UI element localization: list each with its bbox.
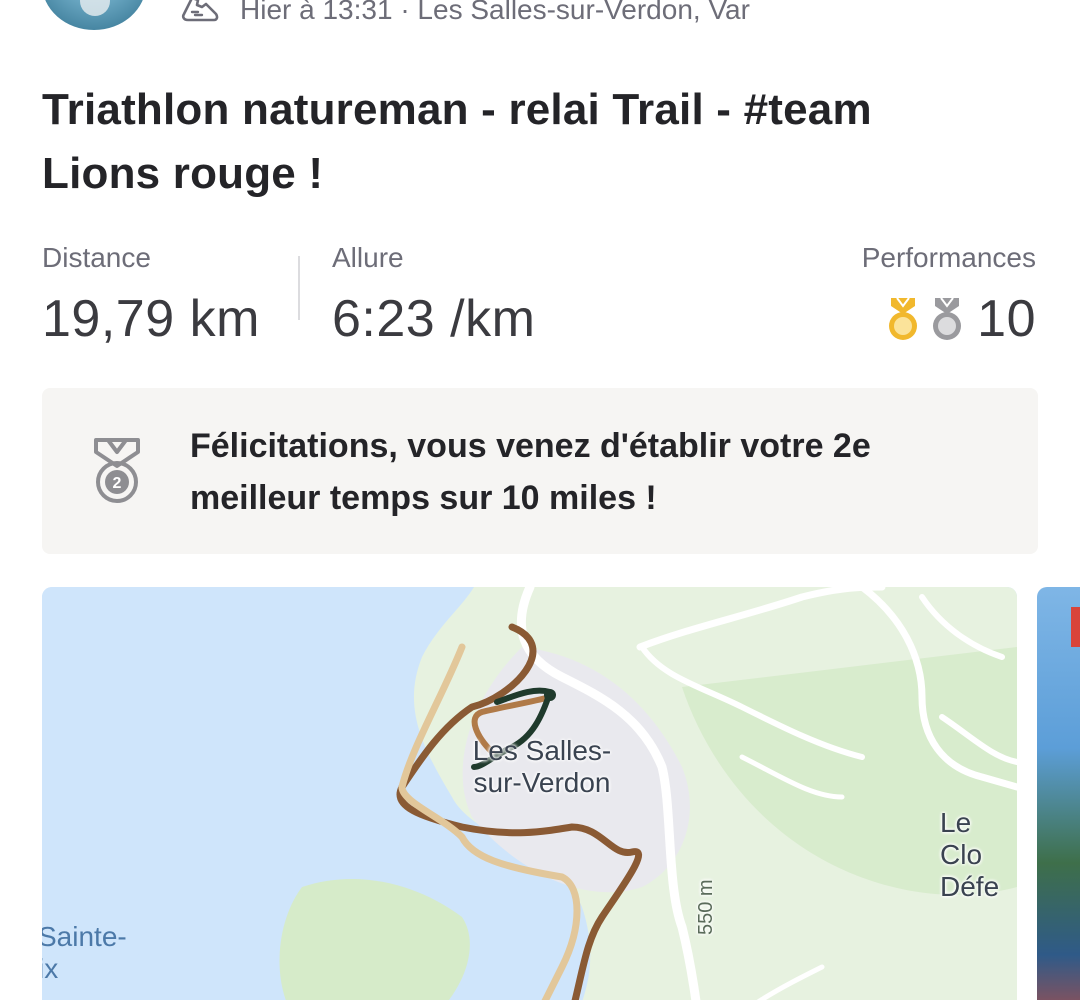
map-label-clos: Le Clo Défe [940,807,1000,902]
stat-distance: Distance 19,79 km [42,238,260,354]
stat-performances-value: 10 [977,290,1036,348]
stat-pace-value: 6:23 /km [332,290,536,348]
map-label-town: Les Salles- sur-Verdon [472,735,612,798]
silver-medal-icon [933,297,962,340]
map-label-sainte: Sainte- ix [42,921,127,984]
achievement-message: Félicitations, vous venez d'établir votr… [190,427,871,517]
stat-distance-value: 19,79 km [42,290,260,348]
athlete-avatar[interactable] [42,0,146,30]
stat-performances-label: Performances [861,242,1036,273]
stat-pace-label: Allure [332,242,404,273]
running-shoe-icon [181,0,219,22]
activity-title[interactable]: Triathlon natureman - relai Trail - #tea… [42,78,1002,206]
activity-photo[interactable] [1037,587,1080,1000]
performances-row: 10 [862,284,1036,354]
activity-meta: Hier à 13:31 · Les Salles-sur-Verdon, Va… [178,0,750,28]
map-label-altitude: 550 m [695,879,717,935]
route-map[interactable]: Les Salles- sur-Verdon Le Clo Défe Saint… [42,587,1017,1000]
silver-medal-2-icon: 2 [94,438,140,503]
stat-divider [298,256,300,320]
achievement-banner[interactable]: 2 Félicitations, vous venez d'établir vo… [42,388,1038,554]
activity-date-location: Hier à 13:31 · Les Salles-sur-Verdon, Va… [240,0,750,25]
medal-number: 2 [113,475,122,492]
stat-performances[interactable]: Performances 10 [862,238,1036,354]
gold-medal-icon [889,297,918,340]
stat-pace: Allure 6:23 /km [332,238,535,354]
stat-distance-label: Distance [42,242,151,273]
